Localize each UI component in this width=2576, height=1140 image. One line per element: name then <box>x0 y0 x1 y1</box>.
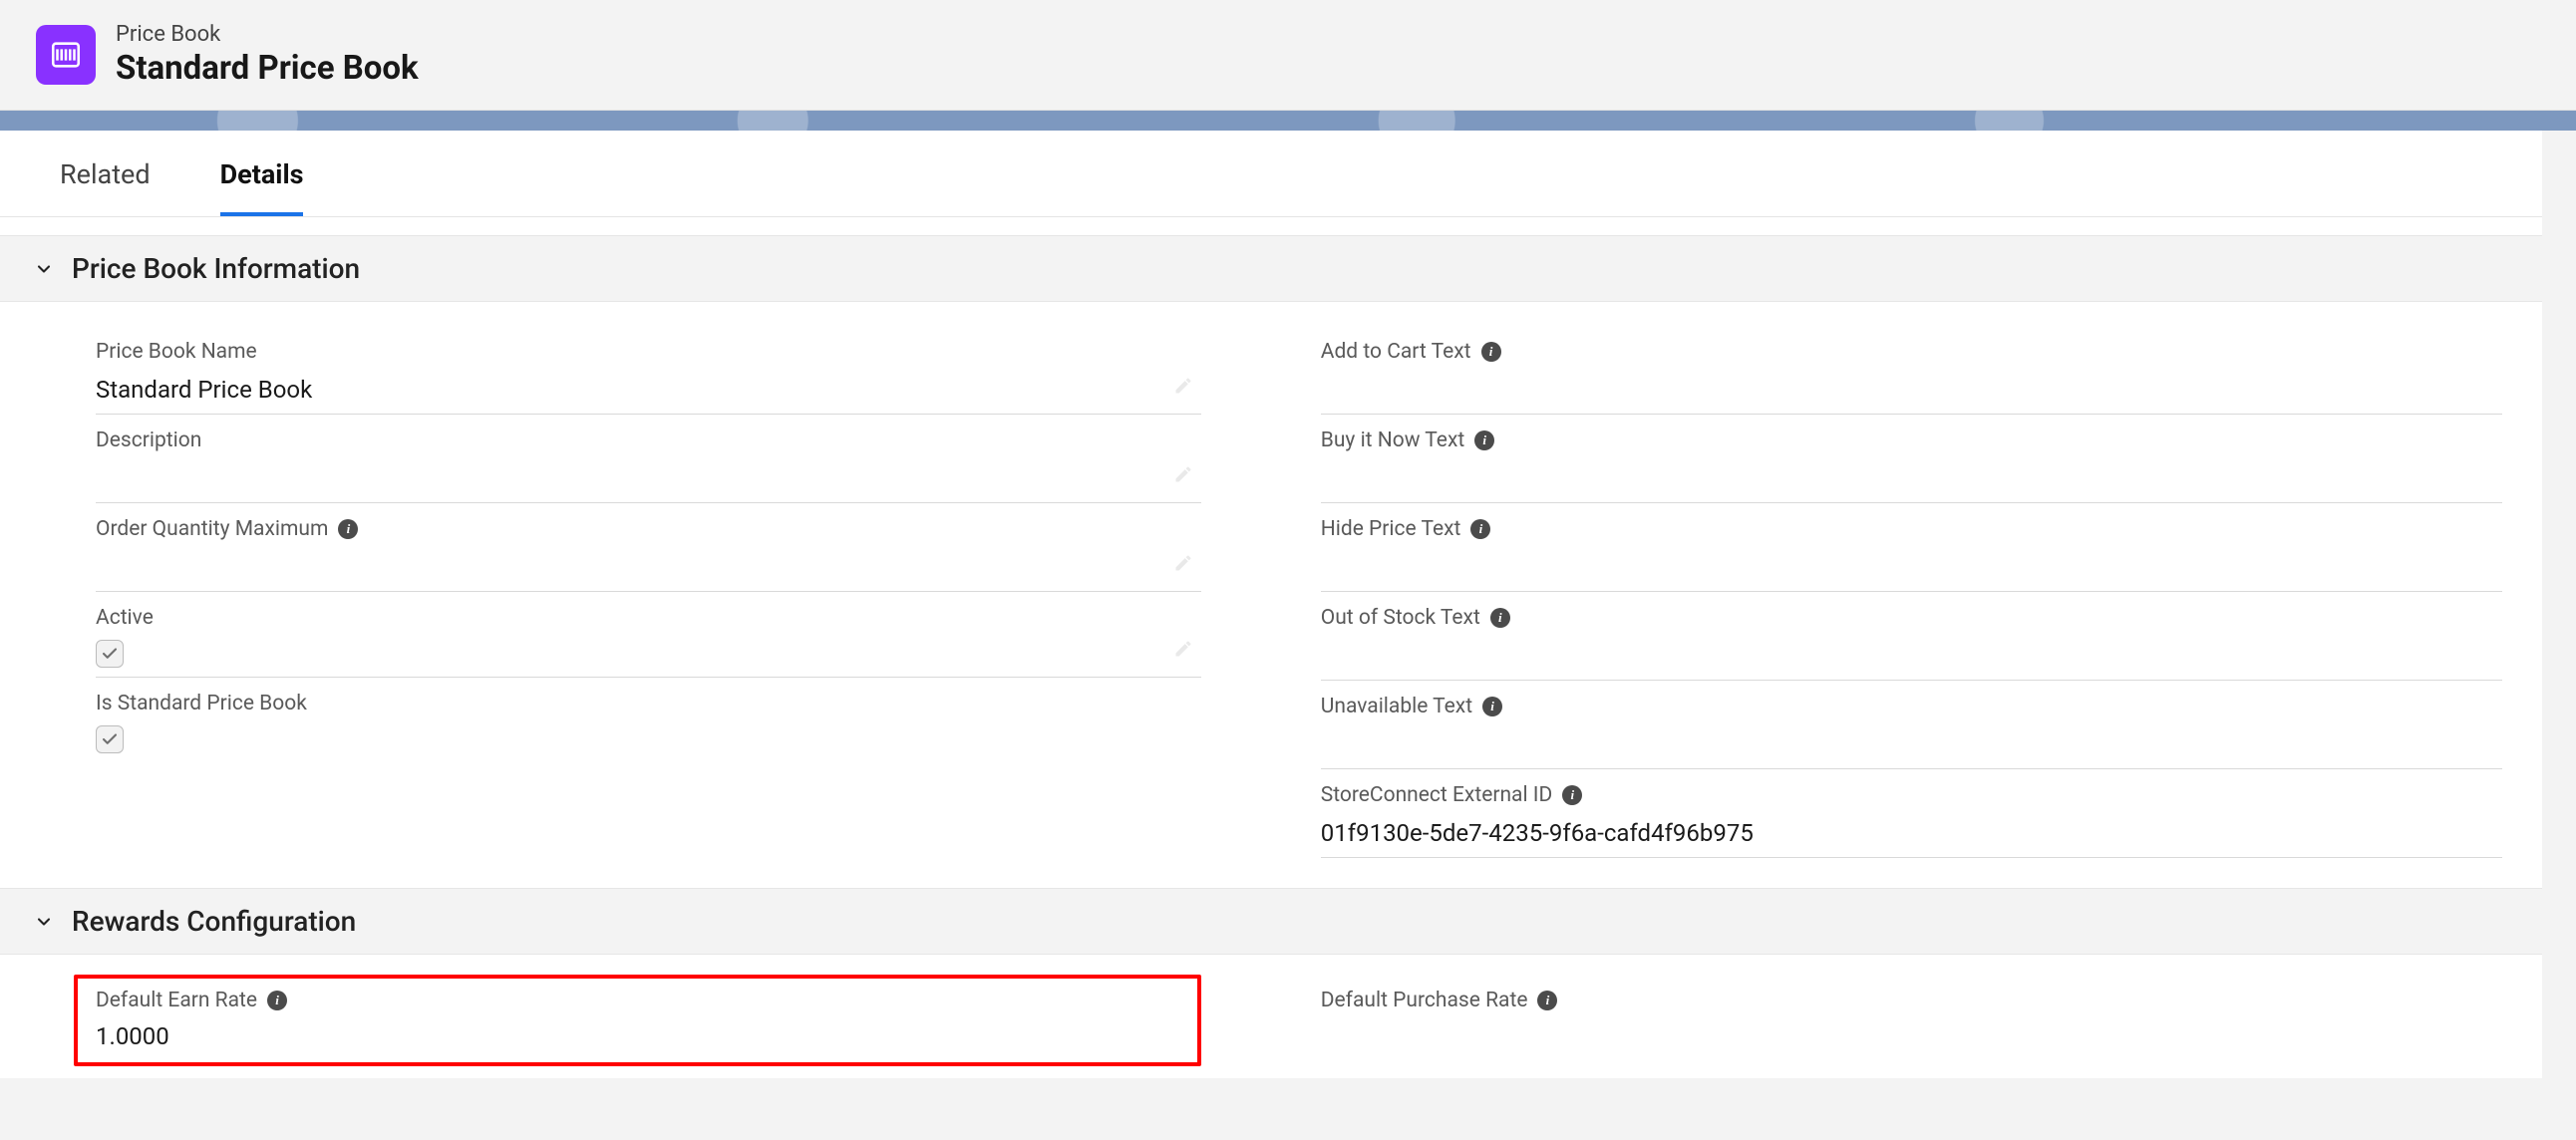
field-label: Description <box>96 428 1201 452</box>
label-text: Default Earn Rate <box>96 989 257 1012</box>
record-header: Price Book Standard Price Book <box>0 0 2576 111</box>
field-value <box>1321 730 2502 760</box>
field-value: 01f9130e-5de7-4235-9f6a-cafd4f96b975 <box>1321 819 2502 849</box>
section-rewards: Rewards Configuration Default Earn Rate … <box>0 888 2542 1078</box>
field-label: Order Quantity Maximum i <box>96 517 1201 541</box>
info-icon[interactable]: i <box>1537 991 1557 1010</box>
edit-icon[interactable] <box>1173 639 1193 663</box>
field-value <box>1321 376 2502 406</box>
label-text: Buy it Now Text <box>1321 428 1464 452</box>
field-buy-now-text[interactable]: Buy it Now Text i <box>1321 415 2502 503</box>
field-value <box>1321 642 2502 672</box>
section-info-right: Add to Cart Text i Buy it Now Text i Hid… <box>1321 326 2502 858</box>
label-text: Default Purchase Rate <box>1321 989 1528 1012</box>
field-label: Out of Stock Text i <box>1321 606 2502 630</box>
label-text: StoreConnect External ID <box>1321 783 1553 807</box>
field-pricebook-name[interactable]: Price Book Name Standard Price Book <box>96 326 1201 415</box>
record-card: Related Details Price Book Information P… <box>0 131 2542 1078</box>
field-label: Price Book Name <box>96 340 1201 364</box>
field-value: Standard Price Book <box>96 376 1201 406</box>
field-is-standard: Is Standard Price Book <box>96 678 1201 763</box>
section-info-body: Price Book Name Standard Price Book Desc… <box>0 302 2542 870</box>
section-info: Price Book Information Price Book Name S… <box>0 235 2542 870</box>
field-hide-price-text[interactable]: Hide Price Text i <box>1321 503 2502 592</box>
field-description[interactable]: Description <box>96 415 1201 503</box>
field-label: Default Purchase Rate i <box>1321 989 2502 1012</box>
section-info-title: Price Book Information <box>72 252 360 285</box>
field-unavailable-text[interactable]: Unavailable Text i <box>1321 681 2502 769</box>
label-text: Add to Cart Text <box>1321 340 1471 364</box>
checkbox-checked <box>96 725 124 753</box>
field-add-to-cart-text[interactable]: Add to Cart Text i <box>1321 326 2502 415</box>
field-default-purchase-rate[interactable]: Default Purchase Rate i <box>1321 975 2502 1062</box>
info-icon[interactable]: i <box>1474 430 1494 450</box>
field-value <box>1321 553 2502 583</box>
field-active[interactable]: Active <box>96 592 1201 678</box>
section-info-header[interactable]: Price Book Information <box>0 235 2542 302</box>
field-out-of-stock-text[interactable]: Out of Stock Text i <box>1321 592 2502 681</box>
section-rewards-left: Default Earn Rate i 1.0000 <box>96 975 1201 1066</box>
section-rewards-body: Default Earn Rate i 1.0000 Default Purch… <box>0 955 2542 1078</box>
highlight-default-earn-rate: Default Earn Rate i 1.0000 <box>74 975 1201 1066</box>
field-value <box>1321 464 2502 494</box>
tab-details[interactable]: Details <box>220 131 304 216</box>
field-value <box>96 553 1201 583</box>
chevron-down-icon <box>34 259 54 279</box>
object-label: Price Book <box>116 22 419 47</box>
header-decor-band <box>0 111 2576 131</box>
section-info-left: Price Book Name Standard Price Book Desc… <box>96 326 1201 858</box>
field-label: Is Standard Price Book <box>96 692 1201 715</box>
record-title: Standard Price Book <box>116 49 419 88</box>
section-rewards-header[interactable]: Rewards Configuration <box>0 888 2542 955</box>
field-label: StoreConnect External ID i <box>1321 783 2502 807</box>
field-label: Default Earn Rate i <box>96 989 1078 1012</box>
info-icon[interactable]: i <box>1481 342 1501 362</box>
label-text: Hide Price Text <box>1321 517 1461 541</box>
field-label: Active <box>96 606 1201 630</box>
tab-related[interactable]: Related <box>60 131 151 216</box>
label-text: Out of Stock Text <box>1321 606 1480 630</box>
info-icon[interactable]: i <box>338 519 358 539</box>
field-value <box>96 464 1201 494</box>
label-text: Order Quantity Maximum <box>96 517 328 541</box>
checkbox-checked <box>96 640 124 668</box>
field-order-qty-max[interactable]: Order Quantity Maximum i <box>96 503 1201 592</box>
field-label: Buy it Now Text i <box>1321 428 2502 452</box>
edit-icon[interactable] <box>1173 464 1193 488</box>
edit-icon[interactable] <box>1173 376 1193 400</box>
field-default-earn-rate[interactable]: Default Earn Rate i 1.0000 <box>96 989 1078 1052</box>
edit-icon[interactable] <box>1173 553 1193 577</box>
pricebook-icon <box>36 25 96 85</box>
info-icon[interactable]: i <box>1562 785 1582 805</box>
info-icon[interactable]: i <box>267 991 287 1010</box>
info-icon[interactable]: i <box>1490 608 1510 628</box>
record-titles: Price Book Standard Price Book <box>116 22 419 88</box>
pricebook-glyph <box>49 38 83 72</box>
field-label: Unavailable Text i <box>1321 695 2502 718</box>
field-external-id[interactable]: StoreConnect External ID i 01f9130e-5de7… <box>1321 769 2502 858</box>
info-icon[interactable]: i <box>1470 519 1490 539</box>
section-rewards-right: Default Purchase Rate i <box>1321 975 2502 1066</box>
field-value: 1.0000 <box>96 1022 1078 1052</box>
field-label: Hide Price Text i <box>1321 517 2502 541</box>
field-value <box>1321 1024 2502 1054</box>
field-label: Add to Cart Text i <box>1321 340 2502 364</box>
info-icon[interactable]: i <box>1482 697 1502 716</box>
chevron-down-icon <box>34 912 54 932</box>
label-text: Unavailable Text <box>1321 695 1472 718</box>
tabs: Related Details <box>0 131 2542 217</box>
section-rewards-title: Rewards Configuration <box>72 905 356 938</box>
